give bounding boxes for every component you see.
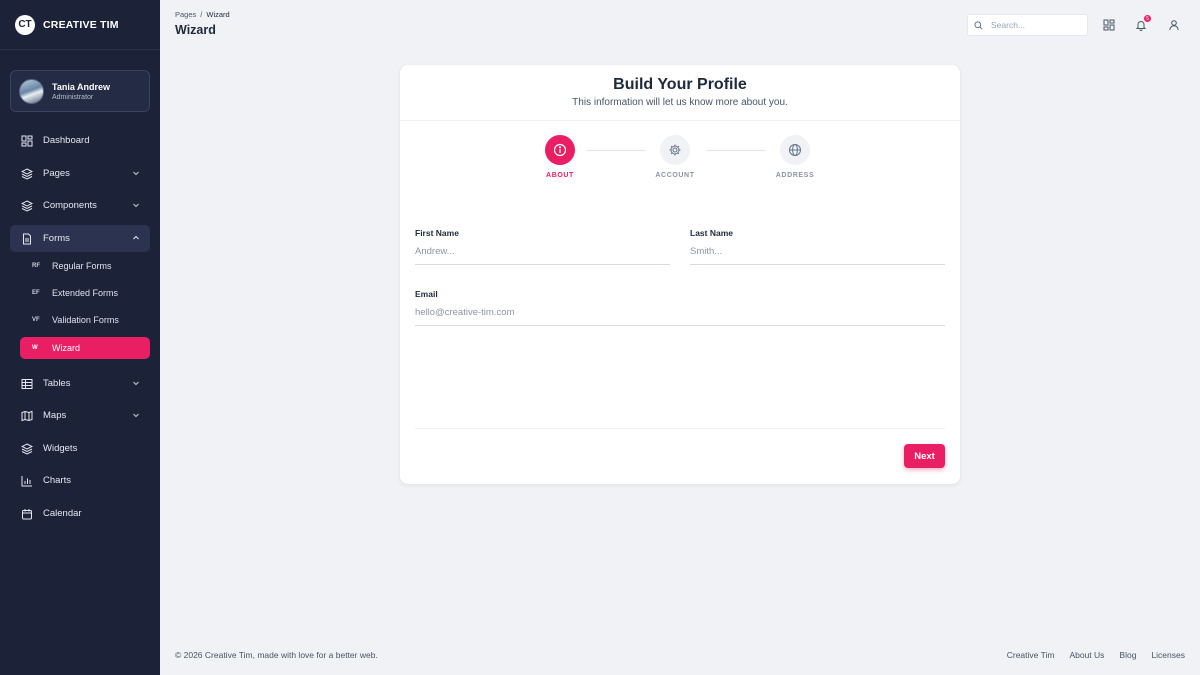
widgets-icon — [20, 442, 34, 456]
breadcrumb-separator: / — [200, 10, 203, 19]
next-button[interactable]: Next — [904, 444, 945, 468]
chevron-down-icon — [133, 203, 139, 208]
search-icon — [974, 20, 983, 29]
page-title: Wizard — [175, 23, 216, 37]
sidebar-item-label: Calendar — [43, 508, 82, 519]
user-name: Tania Andrew — [52, 81, 111, 92]
step-circle — [545, 135, 575, 165]
sub-abbr: W — [32, 345, 38, 351]
sidebar-item-forms[interactable]: Forms — [10, 225, 150, 252]
dashboard-icon — [20, 134, 34, 148]
chevron-down-icon — [133, 413, 139, 418]
wizard-title: Build Your Profile — [613, 76, 747, 93]
sidebar-item-label: Maps — [43, 410, 67, 421]
brand[interactable]: CT CREATIVE TIM — [0, 0, 160, 50]
sub-abbr: VF — [32, 317, 40, 323]
gear-icon — [669, 144, 681, 156]
charts-icon — [20, 474, 34, 488]
first-name-label: First Name — [415, 228, 459, 238]
sidebar-item-widgets[interactable]: Widgets — [10, 435, 150, 462]
step-about[interactable]: ABOUT — [520, 135, 600, 179]
user-card[interactable]: Tania Andrew Administrator — [10, 70, 150, 112]
breadcrumb: Pages / Wizard — [175, 10, 230, 19]
divider — [415, 428, 945, 429]
notifications-button[interactable]: 5 — [1134, 15, 1151, 32]
pages-icon — [20, 167, 34, 181]
footer-link-licenses[interactable]: Licenses — [1151, 650, 1185, 660]
step-account[interactable]: ACCOUNT — [635, 135, 715, 179]
step-circle — [780, 135, 810, 165]
footer-link-creative-tim[interactable]: Creative Tim — [1007, 650, 1055, 660]
sidebar-item-maps[interactable]: Maps — [10, 402, 150, 429]
sub-abbr: EF — [32, 290, 40, 296]
footer-link-blog[interactable]: Blog — [1119, 650, 1136, 660]
sidebar-item-label: Pages — [43, 168, 70, 179]
divider — [400, 120, 960, 121]
sidebar-item-label: Charts — [43, 475, 71, 486]
sidebar-item-charts[interactable]: Charts — [10, 467, 150, 494]
sub-abbr: RF — [32, 263, 40, 269]
apps-grid-icon[interactable] — [1102, 18, 1116, 32]
search-input[interactable] — [991, 20, 1081, 30]
step-label: ADDRESS — [775, 172, 815, 179]
wizard-subtitle: This information will let us know more a… — [572, 97, 788, 108]
components-icon — [20, 199, 34, 213]
sidebar-item-dashboard[interactable]: Dashboard — [10, 127, 150, 154]
last-name-label: Last Name — [690, 228, 733, 238]
user-role: Administrator — [52, 93, 94, 101]
info-icon — [553, 143, 567, 157]
footer-copyright: © 2026 Creative Tim, made with love for … — [175, 650, 378, 660]
wizard-card: Build Your Profile This information will… — [400, 65, 960, 484]
sidebar-subitem-validation-forms[interactable]: VF Validation Forms — [20, 309, 150, 331]
sidebar-item-pages[interactable]: Pages — [10, 160, 150, 187]
sidebar-subitem-extended-forms[interactable]: EF Extended Forms — [20, 282, 150, 304]
step-label: ACCOUNT — [655, 172, 695, 179]
user-icon[interactable] — [1167, 18, 1181, 32]
search-box[interactable] — [967, 14, 1088, 36]
calendar-icon — [20, 507, 34, 521]
sidebar-subitem-regular-forms[interactable]: RF Regular Forms — [20, 255, 150, 277]
step-label: ABOUT — [546, 172, 574, 179]
footer-link-about-us[interactable]: About Us — [1069, 650, 1104, 660]
tables-icon — [20, 377, 34, 391]
breadcrumb-root[interactable]: Pages — [175, 10, 196, 19]
sidebar-item-label: Dashboard — [43, 135, 90, 146]
sidebar-item-components[interactable]: Components — [10, 192, 150, 219]
step-circle — [660, 135, 690, 165]
sidebar-item-tables[interactable]: Tables — [10, 370, 150, 397]
sub-label: Validation Forms — [52, 315, 119, 325]
chevron-down-icon — [133, 381, 139, 386]
last-name-field: Last Name — [690, 228, 945, 265]
brand-name: CREATIVE TIM — [43, 18, 119, 31]
footer-links: Creative Tim About Us Blog Licenses — [1007, 650, 1185, 660]
maps-icon — [20, 409, 34, 423]
sub-label: Wizard — [52, 343, 81, 353]
email-field: Email — [415, 289, 945, 326]
sidebar: CT CREATIVE TIM Tania Andrew Administrat… — [0, 0, 160, 675]
notification-badge: 5 — [1144, 15, 1151, 22]
first-name-field: First Name — [415, 228, 670, 265]
email-input[interactable] — [415, 307, 945, 326]
sub-label: Regular Forms — [52, 261, 112, 271]
globe-icon — [789, 144, 801, 156]
sidebar-item-label: Widgets — [43, 443, 78, 454]
chevron-up-icon — [133, 235, 139, 240]
chevron-down-icon — [133, 171, 139, 176]
sidebar-item-label: Components — [43, 200, 97, 211]
sidebar-item-label: Forms — [43, 233, 70, 244]
last-name-input[interactable] — [690, 246, 945, 265]
sidebar-item-label: Tables — [43, 378, 71, 389]
breadcrumb-current: Wizard — [206, 10, 230, 19]
sidebar-item-calendar[interactable]: Calendar — [10, 500, 150, 527]
forms-icon — [20, 232, 34, 246]
brand-logo: CT — [15, 14, 35, 35]
step-address[interactable]: ADDRESS — [755, 135, 835, 179]
avatar — [19, 78, 44, 104]
sidebar-subitem-wizard[interactable]: W Wizard — [20, 337, 150, 359]
sub-label: Extended Forms — [52, 288, 119, 298]
user-meta: Tania Andrew Administrator — [52, 82, 110, 101]
email-label: Email — [415, 289, 438, 299]
first-name-input[interactable] — [415, 246, 670, 265]
